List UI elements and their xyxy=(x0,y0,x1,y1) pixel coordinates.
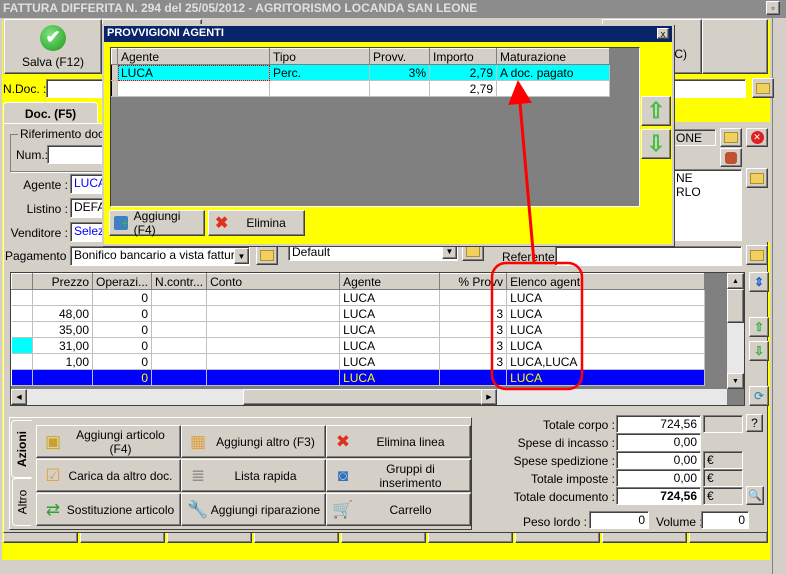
annotation-highlight-box xyxy=(490,261,584,391)
annotation-overlay xyxy=(490,80,584,391)
annotation-arrow xyxy=(508,80,536,263)
